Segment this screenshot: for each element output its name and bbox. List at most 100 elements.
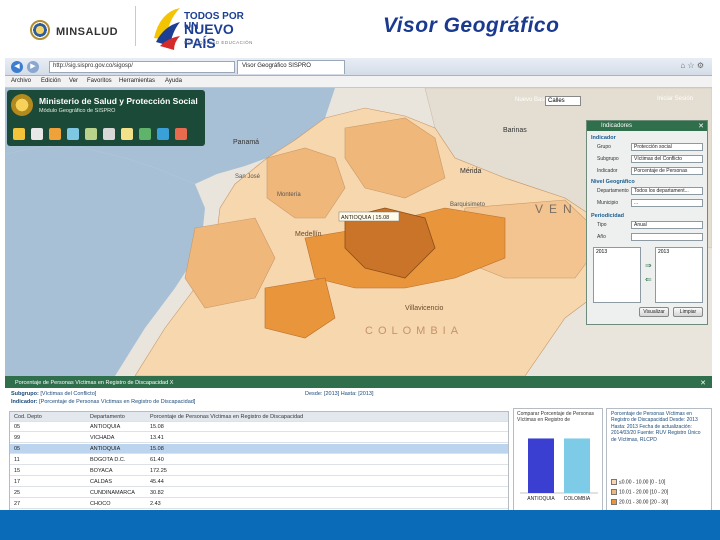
compare-bar-chart: ANTIOQUIA COLOMBIA [520, 438, 598, 502]
help-tool-icon[interactable] [175, 128, 187, 140]
table-cell: 45.44 [150, 479, 164, 485]
menu-bar: Archivo Edición Ver Favoritos Herramient… [5, 76, 712, 88]
legend-range-label: ≤0.00 - 10.00 [0 - 10] [619, 479, 666, 486]
map-tool-icon[interactable] [139, 128, 151, 140]
years-available-list[interactable]: 2013 [593, 247, 641, 303]
map-label: VEN [535, 202, 578, 216]
table-cell: CUNDINAMARCA [90, 490, 135, 496]
indicador-meta: Indicador: [Porcentaje de Personas Vícti… [11, 399, 195, 405]
legend-swatch [611, 489, 617, 495]
subgrupo-select[interactable]: Víctimas del Conflicto [631, 155, 703, 163]
indicator-section-title: Indicador [591, 135, 616, 141]
banner-subtitle: Módulo Geográfico de SISPRO [39, 108, 116, 114]
table-cell: ANTIOQUIA [90, 424, 121, 430]
back-icon[interactable]: ◀ [11, 61, 23, 73]
legend-panel: Porcentaje de Personas Víctimas en Regis… [606, 408, 712, 510]
anio-select[interactable] [631, 233, 703, 241]
layers-tool-icon[interactable] [13, 128, 25, 140]
basemap-label: Nuevo Base [515, 97, 548, 103]
table-cell: 15.08 [150, 446, 164, 452]
menu-item-favoritos[interactable]: Favoritos [87, 78, 112, 84]
compare-bar[interactable] [528, 438, 554, 493]
close-icon[interactable]: ✕ [698, 122, 704, 130]
municipio-select[interactable]: ... [631, 199, 703, 207]
menu-item-archivo[interactable]: Archivo [11, 78, 31, 84]
share-tool-icon[interactable] [103, 128, 115, 140]
compare-bar[interactable] [564, 438, 590, 493]
year-item[interactable]: 2013 [596, 249, 638, 255]
bookmark-tool-icon[interactable] [121, 128, 133, 140]
table-row[interactable]: 27 CHOCO 2.43 [10, 499, 508, 509]
logo-tagline: PAZ EQUIDAD EDUCACIÓN [184, 40, 253, 45]
footer-bar [0, 510, 720, 540]
basemap-select[interactable]: Calles [545, 96, 581, 106]
browser-tab[interactable]: Visor Geográfico SISPRO [237, 60, 345, 74]
table-row[interactable]: 99 VICHADA 13.41 [10, 433, 508, 443]
export-tool-icon[interactable] [157, 128, 169, 140]
info-tool-icon[interactable] [67, 128, 79, 140]
slide-title: Visor Geográfico [383, 14, 560, 37]
chart-tool-icon[interactable] [31, 128, 43, 140]
table-cell: 11 [14, 457, 20, 463]
legend-range: ≤0.00 - 10.00 [0 - 10] [611, 479, 665, 485]
indicador-select[interactable]: Porcentaje de Personas [631, 167, 703, 175]
table-cell: 2.43 [150, 501, 161, 507]
close-icon[interactable]: ✕ [700, 379, 706, 387]
field-label: Departamento [597, 188, 629, 194]
browser-screenshot: Panamá Barinas Mérida Barquisimeto VEN C… [5, 58, 712, 510]
visualizar-button[interactable]: Visualizar [639, 307, 669, 317]
indicators-header: Indicadores ✕ [587, 121, 707, 131]
grupo-select[interactable]: Protección social [631, 143, 703, 151]
table-row[interactable]: 05 ANTIOQUIA 15.08 [10, 444, 508, 454]
table-cell: VICHADA [90, 435, 115, 441]
table-row[interactable]: 17 CALDAS 45.44 [10, 477, 508, 487]
menu-item-herramientas[interactable]: Herramientas [119, 78, 155, 84]
field-label: Subgrupo [597, 156, 619, 162]
table-cell: 61.40 [150, 457, 164, 463]
departamento-select[interactable]: Todos los departament... [631, 187, 703, 195]
legend-range-label: 10.01 - 20.00 [10 - 20] [619, 489, 669, 496]
indicators-panel: Indicadores ✕ Indicador Grupo Protección… [586, 120, 708, 325]
map-label: San José [235, 174, 261, 180]
table-cell: CALDAS [90, 479, 113, 485]
table-row[interactable]: 11 BOGOTA D.C. 61.40 [10, 455, 508, 465]
map-label: Barquisimeto [450, 202, 486, 208]
address-bar[interactable]: http://sig.sispro.gov.co/sigosp/ [49, 61, 235, 73]
table-cell: CHOCO [90, 501, 111, 507]
limpiar-button[interactable]: Limpiar [673, 307, 703, 317]
todos-por-un-nuevo-pais-logo: TODOS POR UN NUEVO PAÍS PAZ EQUIDAD EDUC… [150, 4, 260, 50]
compare-chart-title: Comparar Porcentaje de Personas Víctimas… [517, 411, 594, 423]
login-link[interactable]: Iniciar Sesión [657, 96, 693, 102]
table-row[interactable]: 05 ANTIOQUIA 15.08 [10, 422, 508, 432]
field-label: Municipio [597, 200, 619, 206]
meta-label: Indicador: [11, 399, 38, 405]
table-cell: 15.08 [150, 424, 164, 430]
map-label: Montería [277, 192, 301, 198]
table-row[interactable]: 25 CUNDINAMARCA 30.82 [10, 488, 508, 498]
minsalud-text: MINSALUD [56, 26, 119, 38]
print-tool-icon[interactable] [49, 128, 61, 140]
map-label: COLOMBIA [365, 325, 463, 337]
move-left-icon[interactable]: ⇐ [645, 275, 652, 284]
tipo-select[interactable]: Anual [631, 221, 703, 229]
minsalud-logo: MINSALUD [4, 6, 136, 46]
forward-icon[interactable]: ▶ [27, 61, 39, 73]
ministry-banner: Ministerio de Salud y Protección Social … [7, 90, 205, 146]
table-cell: BOGOTA D.C. [90, 457, 126, 463]
menu-item-ayuda[interactable]: Ayuda [165, 78, 182, 84]
results-title: Porcentaje de Personas Víctimas en Regis… [15, 380, 174, 386]
compare-bar-label: ANTIOQUIA [527, 496, 555, 502]
table-cell: 17 [14, 479, 21, 485]
years-selected-list[interactable]: 2013 [655, 247, 703, 303]
browser-window-icons[interactable]: ⌂ ☆ ⚙ [680, 61, 704, 70]
colombia-seal-icon [30, 20, 50, 40]
browser-toolbar: ◀ ▶ http://sig.sispro.gov.co/sigosp/ Vis… [5, 58, 712, 76]
menu-item-edicion[interactable]: Edición [41, 78, 61, 84]
year-item[interactable]: 2013 [658, 249, 700, 255]
measure-tool-icon[interactable] [85, 128, 97, 140]
move-right-icon[interactable]: ⇒ [645, 261, 652, 270]
menu-item-ver[interactable]: Ver [69, 78, 78, 84]
subgrupo-meta: Subgrupo: [Víctimas del Conflicto] [11, 391, 96, 397]
table-row[interactable]: 15 BOYACA 172.25 [10, 466, 508, 476]
map-label: Medellín [295, 231, 322, 238]
